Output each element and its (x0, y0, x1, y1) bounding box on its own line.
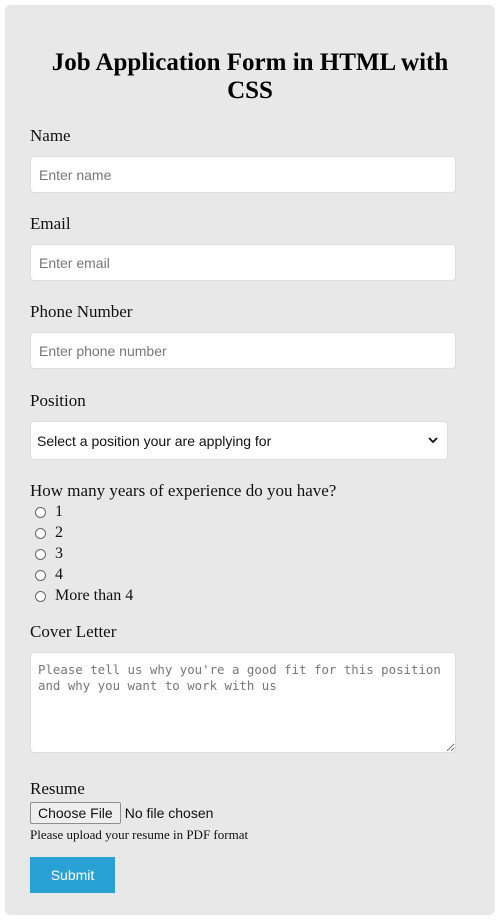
experience-option-label: 3 (55, 545, 63, 562)
cover-letter-textarea[interactable] (30, 652, 456, 753)
position-selected-value: Select a position your are applying for (37, 432, 272, 449)
position-label: Position (30, 391, 86, 410)
experience-option[interactable]: 2 (35, 523, 63, 543)
radio-button[interactable] (35, 548, 46, 560)
resume-file-input[interactable]: Choose File No file chosen (30, 802, 213, 824)
application-form-card: Job Application Form in HTML with CSS Na… (5, 5, 495, 915)
radio-button[interactable] (35, 506, 46, 518)
experience-option[interactable]: 3 (35, 544, 63, 564)
experience-option-label: 1 (55, 503, 63, 520)
experience-option-label: More than 4 (55, 587, 134, 604)
phone-label: Phone Number (30, 302, 133, 321)
cover-letter-label: Cover Letter (30, 622, 117, 641)
chevron-down-icon (428, 437, 438, 444)
name-label: Name (30, 126, 71, 145)
radio-button[interactable] (35, 527, 46, 539)
submit-button[interactable]: Submit (30, 857, 115, 893)
name-input[interactable] (30, 156, 456, 193)
experience-option[interactable]: 1 (35, 502, 63, 522)
file-status: No file chosen (124, 805, 214, 821)
email-input[interactable] (30, 244, 456, 281)
radio-button[interactable] (35, 590, 46, 602)
choose-file-button[interactable]: Choose File (30, 802, 121, 824)
radio-button[interactable] (35, 569, 46, 581)
resume-hint: Please upload your resume in PDF format (30, 827, 249, 842)
resume-label: Resume (30, 779, 85, 798)
email-label: Email (30, 214, 71, 233)
position-select[interactable]: Select a position your are applying for (30, 421, 448, 460)
experience-option-label: 2 (55, 524, 63, 541)
experience-option-label: 4 (55, 566, 63, 583)
phone-input[interactable] (30, 332, 456, 369)
experience-question: How many years of experience do you have… (30, 481, 337, 500)
page-title: Job Application Form in HTML with CSS (51, 49, 449, 104)
experience-option[interactable]: More than 4 (35, 586, 133, 606)
experience-option[interactable]: 4 (35, 565, 63, 585)
